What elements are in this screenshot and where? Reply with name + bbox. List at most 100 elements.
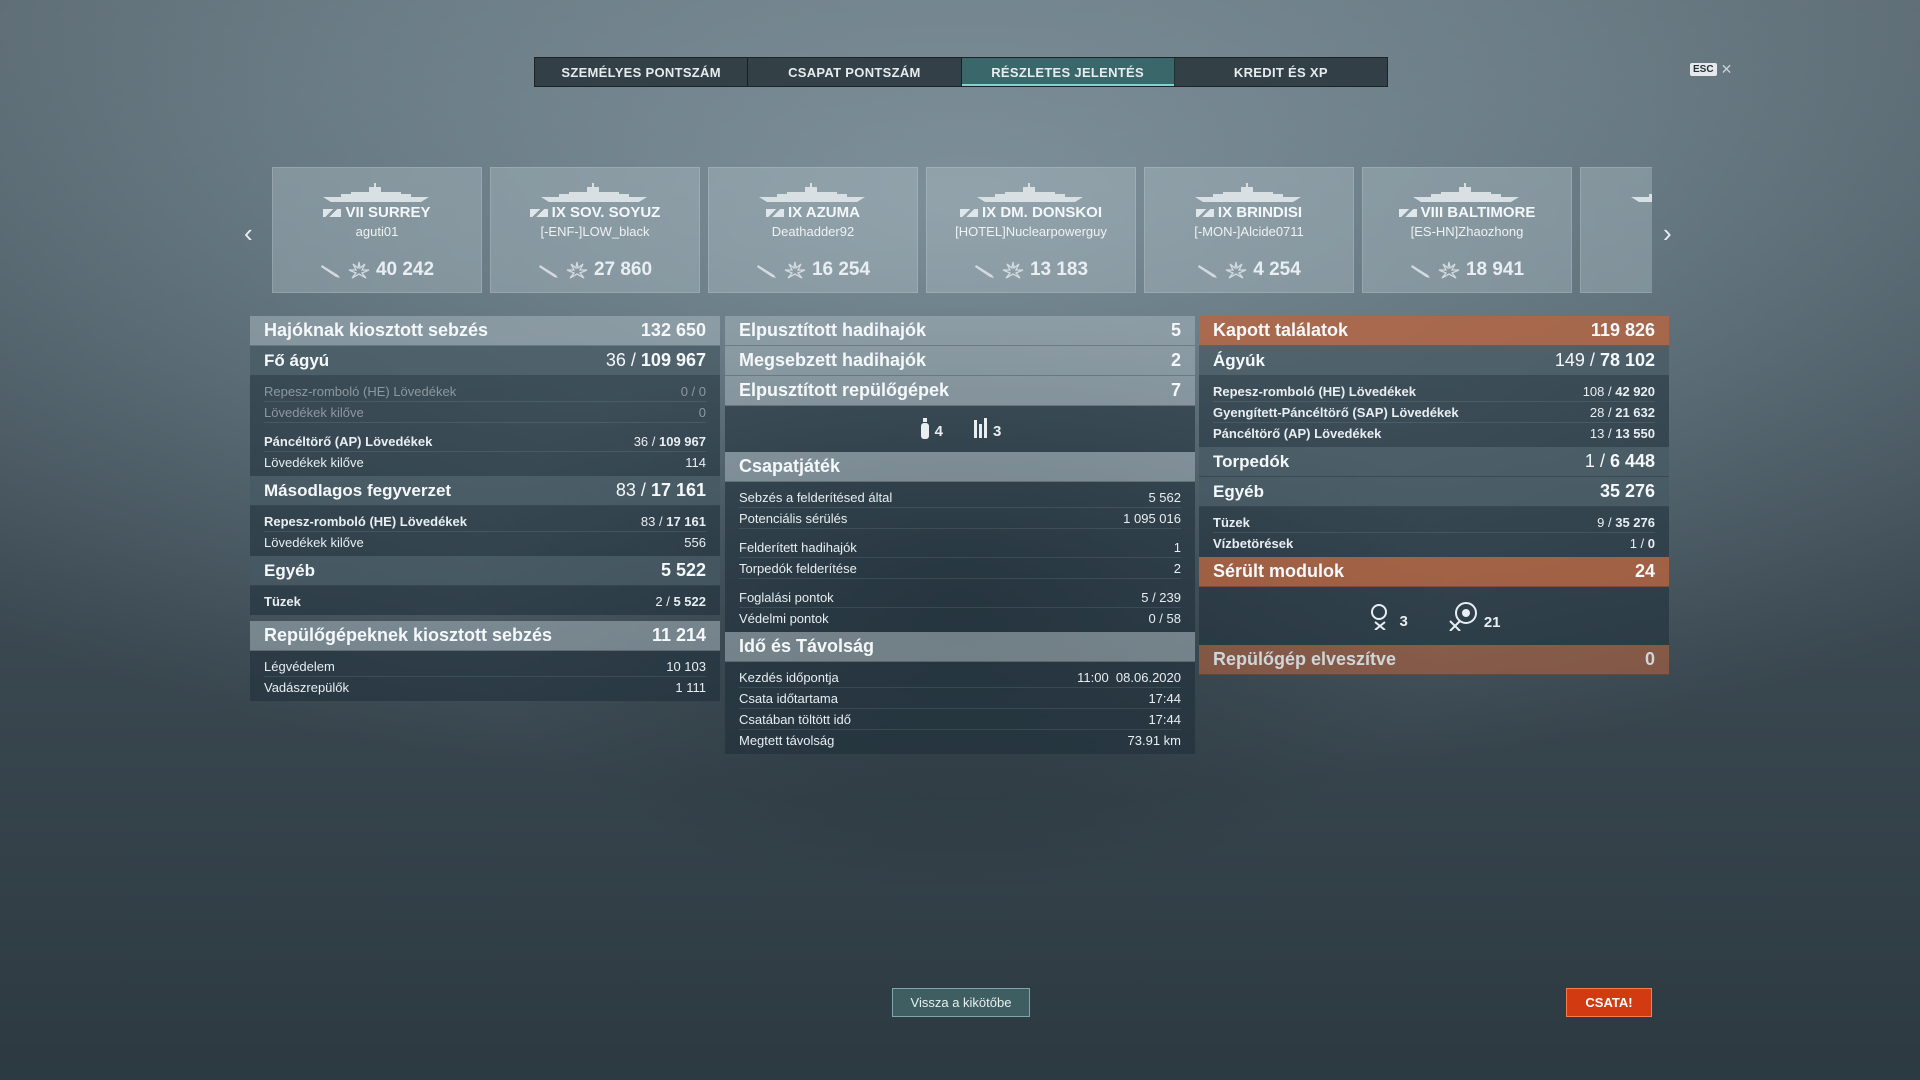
ship-name [1581,204,1652,221]
ship-card[interactable]: VII SURREY aguti01 40 242 [272,167,482,293]
ship-name: IX DM. DONSKOI [927,204,1135,221]
ship-class-icon [1195,209,1214,218]
torpedoes-received-label: Torpedók [1213,451,1290,471]
list-item: Potenciális sérülés 1 095 016 [739,508,1181,529]
plane-damage-block: Légvédelem 10 103 Vadászrepülők 1 111 [250,651,720,701]
next-arrow-icon[interactable]: › [1663,218,1672,249]
ship-card[interactable]: IX AZUMA Deathadder92 16 254 [708,167,918,293]
teamplay-label: Csapatjáték [739,456,841,476]
other-received-value: 35 276 [1599,481,1655,501]
main-battery-header: Fő ágyú 36 / 109 967 [250,346,720,376]
ship-card[interactable]: IX BRINDISI [-MON-]Alcide0711 4 254 [1144,167,1354,293]
ship-silhouette-icon [1411,183,1521,203]
damaged-ships-label: Megsebzett hadihajók [739,350,927,370]
bomber-count: 4 [934,423,943,440]
engine-damaged-icon [1371,604,1388,630]
torpedo-icon [756,265,776,278]
ship-name: IX AZUMA [709,204,917,221]
torpedoes-received-header: Torpedók 1 / 6 448 [1199,447,1669,477]
damaged-modules-value: 24 [1634,561,1655,581]
received-hits-value: 119 826 [1590,320,1655,340]
tab-personal-score[interactable]: SZEMÉLYES PONTSZÁM [535,58,749,86]
tab-bar: SZEMÉLYES PONTSZÁM CSAPAT PONTSZÁM RÉSZL… [534,57,1388,87]
ship-name-text: VII SURREY [345,204,431,221]
ship-silhouette-icon [1629,183,1652,203]
damage-burst-icon [566,261,588,279]
other-received-label: Egyéb [1213,481,1265,501]
damaged-ships-value: 2 [1170,350,1181,370]
ship-class-icon [1398,209,1417,218]
middle-panel: Elpusztított hadihajók 5 Megsebzett hadih… [725,316,1195,754]
list-item: Repesz-romboló (HE) Lövedékek 0 / 0 [264,381,706,402]
ship-name: VII SURREY [273,204,481,221]
damage-value: 40 242 [375,259,435,280]
torpedo-bomber-count: 3 [993,423,1002,440]
ship-card[interactable]: [XI [1580,167,1652,293]
plane-damage-label: Repülőgépeknek kiosztott sebzés [264,625,553,645]
planes-lost-header: Repülőgép elveszítve 0 [1199,645,1669,675]
damage-value: 27 860 [593,259,653,280]
list-item: Felderített hadihajók 1 [739,537,1181,558]
ship-name-text: IX DM. DONSKOI [981,204,1102,221]
ship-silhouette-icon [321,183,431,203]
guns-received-block: Repesz-romboló (HE) Lövedékek 108 / 42 92… [1199,376,1669,447]
ship-damage-header: Hajóknak kiosztott sebzés 132 650 [250,316,720,346]
esc-key-label: ESC [1690,63,1717,76]
other-received-block: Tüzek 9 / 35 276 Vízbetörések 1 / 0 [1199,507,1669,557]
teamplay-block: Sebzés a felderítésed által 5 562 Potenci… [725,482,1195,632]
time-distance-block: Kezdés időpontja 11:00 08.06.2020 Csata i… [725,662,1195,754]
received-hits-label: Kapott találatok [1213,320,1349,340]
other-damage-header: Egyéb 5 522 [250,556,720,586]
list-item: Sebzés a felderítésed által 5 562 [739,487,1181,508]
damage-burst-icon [1225,261,1247,279]
damage-row: 13 183 [927,259,1135,281]
torpedo-icon [320,265,340,278]
damaged-ships-header: Megsebzett hadihajók 2 [725,346,1195,376]
list-item: Vadászrepülők 1 111 [264,679,706,695]
prev-arrow-icon[interactable]: ‹ [244,218,253,249]
main-battery-block: Repesz-romboló (HE) Lövedékek 0 / 0 Löved… [250,376,720,476]
teamplay-header: Csapatjáték [725,452,1195,482]
ship-class-icon [959,209,978,218]
torpedoes-received-hits: 1 [1584,451,1595,471]
main-battery-total: 109 967 [640,350,706,370]
ship-damage-label: Hajóknak kiosztott sebzés [264,320,489,340]
list-item: Foglalási pontok 5 / 239 [739,587,1181,608]
ship-card[interactable]: IX SOV. SOYUZ [-ENF-]LOW_black 27 860 [490,167,700,293]
ship-name: VIII BALTIMORE [1363,204,1571,221]
list-item: Tüzek 9 / 35 276 [1213,512,1655,533]
tab-credits-xp[interactable]: KREDIT ÉS XP [1175,58,1387,86]
damage-value: 4 254 [1253,259,1301,280]
battle-button[interactable]: CSATA! [1566,988,1652,1017]
turret-damaged-count: 21 [1483,614,1501,631]
ship-name-text: IX AZUMA [788,204,860,221]
tab-detailed-report[interactable]: RÉSZLETES JELENTÉS [961,58,1175,86]
tab-team-score[interactable]: CSAPAT PONTSZÁM [748,58,962,86]
list-item: Vízbetörések 1 / 0 [1213,535,1655,551]
ship-card-carousel: VII SURREY aguti01 40 242 IX SOV. SOYUZ [-EN… [272,167,1652,293]
ship-card[interactable]: VIII BALTIMORE [ES-HN]Zhaozhong 18 941 [1362,167,1572,293]
damage-burst-icon [784,261,806,279]
planes-lost-value: 0 [1644,649,1655,669]
list-item: Védelmi pontok 0 / 58 [739,610,1181,626]
player-name: aguti01 [355,224,399,239]
time-distance-label: Idő és Távolság [739,636,875,656]
plane-damage-value: 11 214 [651,625,706,645]
damage-value: 18 941 [1465,259,1525,280]
return-to-port-button[interactable]: Vissza a kikötőbe [892,988,1030,1017]
ship-card[interactable]: IX DM. DONSKOI [HOTEL]Nuclearpowerguy 13 1… [926,167,1136,293]
ship-silhouette-icon [1193,183,1303,203]
destroyed-planes-breakdown: 4 3 [725,406,1195,452]
list-item: Repesz-romboló (HE) Lövedékek 108 / 42 92… [1213,381,1655,402]
esc-close-button[interactable]: ESC ✕ [1690,61,1732,78]
destroyed-planes-label: Elpusztított repülőgépek [739,380,950,400]
secondary-hits: 83 [615,480,636,500]
damaged-modules-breakdown: 3 21 [1199,587,1669,645]
ship-silhouette-icon [757,183,867,203]
other-damage-block: Tüzek 2 / 5 522 [250,586,720,615]
damage-row: 4 254 [1145,259,1353,281]
turret-damaged-icon [1449,602,1477,631]
list-item: Lövedékek kilőve 556 [264,534,706,550]
damage-row: 27 860 [491,259,699,281]
damage-burst-icon [348,261,370,279]
